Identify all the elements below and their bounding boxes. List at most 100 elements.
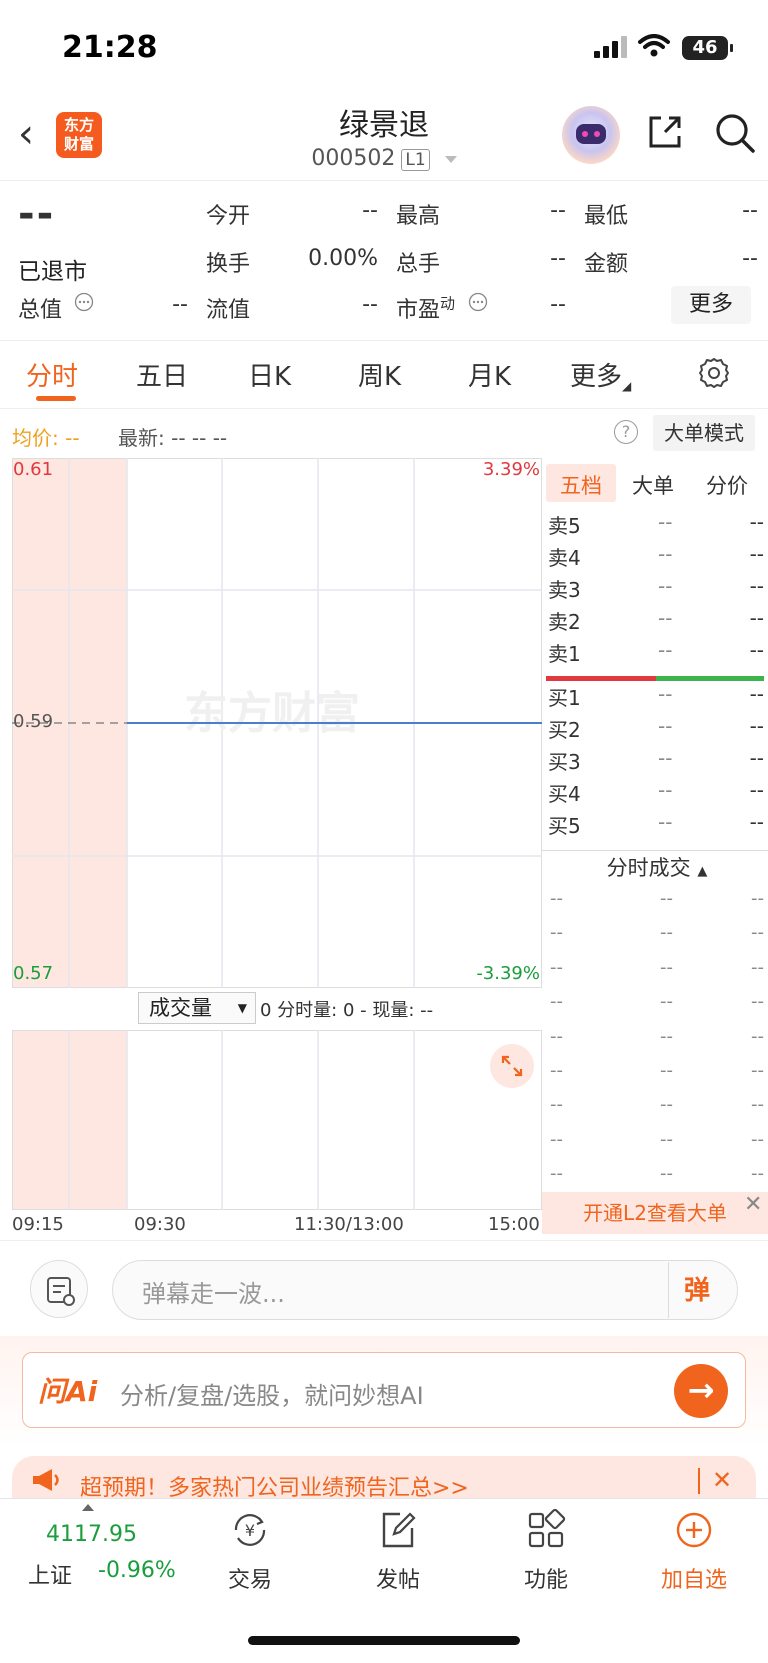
ai-placeholder: 分析/复盘/选股，就问妙想AI [120, 1382, 424, 1410]
bid-volume: -- [749, 778, 764, 802]
yen-exchange-icon: ¥ [234, 1514, 266, 1546]
open-label: 今开 [206, 204, 251, 229]
share-icon[interactable] [645, 112, 685, 152]
avg-price-value: -- [65, 426, 80, 450]
megaphone-icon [33, 1469, 59, 1491]
tick-price: -- [660, 991, 673, 1013]
stock-code: 000502 [311, 146, 396, 171]
close-icon[interactable]: ✕ [744, 1192, 762, 1217]
tabbar-functions-label: 功能 [523, 1568, 568, 1593]
tabbar-add-watchlist-label: 加自选 [660, 1568, 727, 1593]
expand-arrows-icon [501, 1055, 523, 1077]
index-value[interactable]: 4117.95 [46, 1522, 137, 1547]
tick-time: -- [550, 1025, 563, 1047]
pct-tick-top: 3.39% [482, 459, 540, 480]
pct-tick-bottom: -3.39% [476, 963, 540, 984]
more-quote-button[interactable]: 更多 [671, 286, 751, 324]
ticks-header[interactable]: 分时成交 ▲ [546, 852, 768, 882]
tick-time: -- [550, 956, 563, 978]
notice-close-icon[interactable]: ✕ [712, 1466, 732, 1494]
info-more-icon[interactable] [468, 292, 488, 312]
tick-price: -- [660, 1094, 673, 1116]
bid-level: 买3 [548, 750, 581, 774]
intraday-chart[interactable]: 东方财富 [12, 458, 542, 1210]
ask-row: 卖5 -- -- [548, 510, 766, 542]
help-icon[interactable]: ? [614, 420, 638, 444]
pe-sup: 动 [440, 294, 456, 313]
ask-volume: -- [749, 510, 764, 534]
ticks-header-label: 分时成交 [606, 856, 691, 880]
tab-five-day[interactable]: 五日 [136, 356, 188, 393]
tabbar-trade[interactable]: ¥ 交易 [200, 1508, 300, 1594]
mktcap-value: -- [172, 292, 188, 317]
y-tick-top: 0.61 [13, 459, 54, 480]
edit-icon [382, 1512, 416, 1548]
tick-volume: -- [751, 1163, 764, 1185]
delisted-status: 已退市 [18, 259, 87, 285]
tabbar-post[interactable]: 发帖 [348, 1508, 448, 1594]
tab-weekly-k[interactable]: 周K [358, 356, 401, 393]
volume-label: 总手 [396, 252, 441, 277]
danmaku-send-button[interactable]: 弹 [684, 1270, 710, 1307]
tabbar-post-label: 发帖 [375, 1568, 420, 1593]
bid-price: -- [658, 714, 673, 738]
tick-volume: -- [751, 888, 764, 909]
bid-row: 买4 -- -- [548, 778, 766, 810]
latest-value: -- -- -- [171, 426, 228, 450]
danmaku-settings-icon[interactable] [30, 1260, 88, 1318]
current-price: -- [18, 191, 56, 237]
settings-gear-icon[interactable] [697, 356, 731, 390]
l2-upgrade-banner[interactable]: 开通L2查看大单 [542, 1192, 768, 1234]
ask-level: 卖4 [548, 546, 581, 570]
amount-value: -- [742, 246, 758, 271]
time-label-close: 15:00 [488, 1214, 540, 1235]
ask-bar [546, 676, 656, 681]
tab-more-caret-icon: ◢ [622, 379, 632, 393]
big-order-mode-button[interactable]: 大单模式 [653, 415, 755, 451]
home-indicator[interactable] [248, 1636, 520, 1645]
tick-time: -- [550, 888, 563, 909]
search-icon[interactable] [714, 112, 756, 154]
bid-level: 买1 [548, 686, 581, 710]
battery-tip [730, 44, 733, 52]
float-value: -- [362, 292, 378, 317]
document-gear-icon [47, 1277, 75, 1306]
tick-price: -- [660, 1128, 673, 1150]
tab-daily-k[interactable]: 日K [248, 356, 291, 393]
index-change[interactable]: -0.96% [98, 1558, 176, 1583]
ask-price: -- [658, 542, 673, 566]
tick-volume: -- [751, 1025, 764, 1047]
info-more-icon[interactable] [74, 292, 94, 312]
time-label-open: 09:15 [12, 1214, 64, 1235]
tab-monthly-k[interactable]: 月K [468, 356, 511, 393]
tab-intraday[interactable]: 分时 [26, 356, 78, 393]
tabbar-add-watchlist[interactable]: 加自选 [644, 1508, 744, 1594]
pe-label-text: 市盈 [396, 298, 441, 323]
volume-indicator-select[interactable]: 成交量 ▼ [138, 992, 256, 1024]
bid-price: -- [658, 746, 673, 770]
tab-more[interactable]: 更多◢ [570, 356, 631, 393]
ask-row: 卖1 -- -- [548, 638, 766, 670]
index-name[interactable]: 上证 [28, 1558, 72, 1590]
robot-eye-left [582, 131, 588, 137]
status-time: 21:28 [62, 30, 158, 65]
robot-eye-right [594, 131, 600, 137]
tabbar-functions[interactable]: 功能 [496, 1508, 596, 1594]
ask-price: -- [658, 638, 673, 662]
expand-chart-icon[interactable] [490, 1044, 534, 1088]
tick-volume: -- [751, 1060, 764, 1081]
robot-face-icon [576, 124, 606, 144]
ask-row: 卖2 -- -- [548, 606, 766, 638]
ask-volume: -- [749, 606, 764, 630]
avg-price-label: 均价: [12, 426, 59, 450]
tab-price-dist[interactable]: 分价 [706, 470, 748, 500]
bid-bar [656, 676, 764, 681]
ai-submit-arrow-icon[interactable]: → [674, 1364, 728, 1418]
volume-selector-label: 成交量 [149, 996, 212, 1020]
tab-five-level[interactable]: 五档 [560, 470, 602, 500]
level-badge: L1 [401, 149, 430, 171]
tick-volume: -- [751, 1128, 764, 1150]
tick-volume: -- [751, 991, 764, 1013]
pe-label: 市盈动 [396, 292, 455, 324]
tab-big-order[interactable]: 大单 [632, 470, 674, 500]
